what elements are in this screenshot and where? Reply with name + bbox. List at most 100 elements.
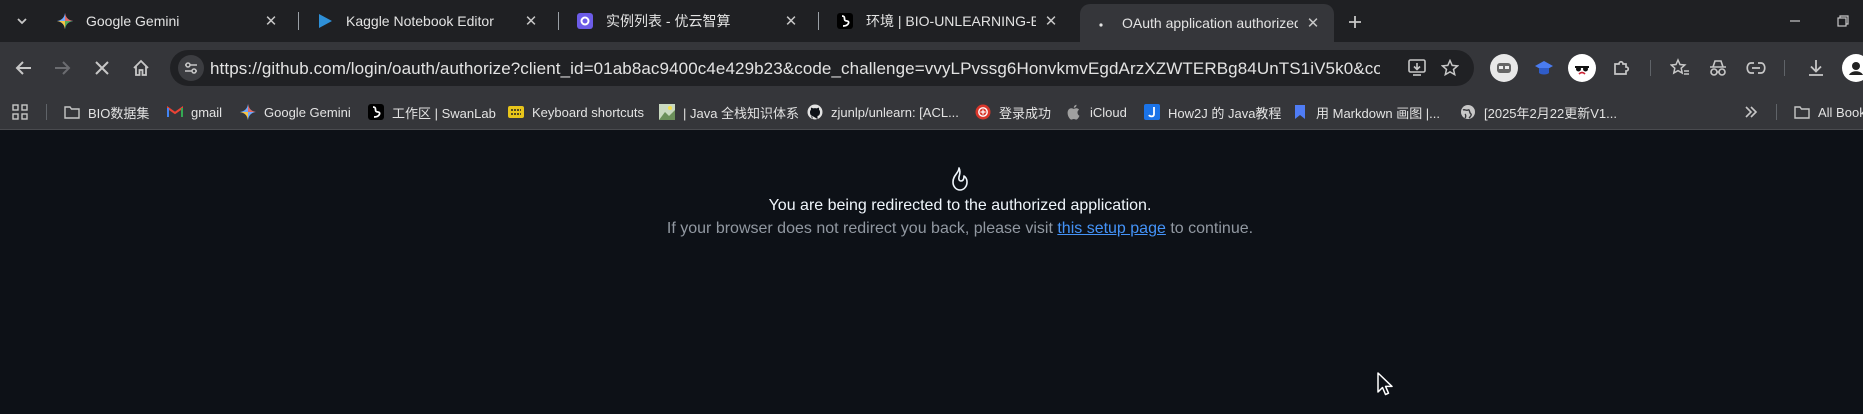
arrow-left-icon [15, 61, 31, 75]
bookmarks-bar: BIO数据集 gmail Google Gemini 工作区 | SwanLab… [0, 94, 1863, 130]
apps-grid-icon [12, 104, 28, 120]
bookmark-item[interactable]: BIO数据集 [64, 100, 149, 124]
close-icon [95, 61, 109, 75]
close-icon[interactable]: ✕ [1304, 14, 1322, 32]
back-button[interactable] [10, 54, 38, 82]
bookmark-label: How2J 的 Java教程 [1168, 105, 1282, 121]
downloads-button[interactable] [1802, 54, 1830, 82]
stop-loading-button[interactable] [88, 54, 116, 82]
bookmark-item[interactable]: 用 Markdown 画图 |... [1292, 100, 1440, 124]
tab-separator [558, 12, 559, 30]
swanlab-icon [368, 104, 384, 120]
minimize-button[interactable] [1784, 10, 1806, 32]
bookmarks-divider [1776, 104, 1777, 120]
kaggle-play-icon [316, 12, 334, 30]
bookmarks-divider [46, 104, 47, 120]
tab-separator [298, 12, 299, 30]
all-bookmarks-label: All Bookmarks [1818, 104, 1863, 120]
install-app-button[interactable] [1406, 56, 1430, 80]
bookmark-label: gmail [191, 104, 223, 120]
bookmark-label: iCloud [1090, 104, 1127, 120]
new-tab-button[interactable] [1344, 11, 1366, 33]
apple-icon [1066, 104, 1082, 120]
tab-kaggle[interactable]: Kaggle Notebook Editor ✕ [304, 4, 552, 38]
extension-button[interactable] [1568, 54, 1596, 82]
mouse-cursor-icon [1377, 372, 1393, 396]
bookmark-item[interactable]: | Java 全栈知识体系 [659, 100, 799, 124]
all-bookmarks-button[interactable]: All Bookmarks [1794, 100, 1863, 124]
tab-title: 实例列表 - 优云智算 [606, 13, 731, 29]
close-icon[interactable]: ✕ [522, 12, 540, 30]
address-bar[interactable]: https://github.com/login/oauth/authorize… [170, 50, 1474, 86]
plus-icon [1349, 16, 1361, 28]
tab-search-button[interactable] [10, 9, 34, 33]
incognito-button[interactable] [1704, 54, 1732, 82]
tab-separator [818, 12, 819, 30]
forward-button[interactable] [48, 54, 76, 82]
home-button[interactable] [127, 54, 155, 82]
restore-icon [1837, 15, 1849, 27]
keyboard-icon [508, 104, 524, 120]
bookmark-label: Keyboard shortcuts [532, 104, 645, 120]
bookmark-label: Google Gemini [264, 104, 351, 120]
tab-oauth-authorized[interactable]: OAuth application authorized ✕ [1080, 4, 1334, 42]
image-icon [659, 104, 675, 120]
spy-icon [1710, 60, 1726, 76]
toolbar-divider [1650, 60, 1651, 76]
bookmark-item[interactable]: Google Gemini [240, 100, 351, 124]
apps-button[interactable] [12, 100, 28, 124]
bookmark-label: zjunlp/unlearn: [ACL... [831, 104, 959, 120]
close-icon[interactable]: ✕ [1042, 12, 1060, 30]
bookmark-item[interactable]: 工作区 | SwanLab [368, 100, 496, 124]
browser-toolbar: https://github.com/login/oauth/authorize… [0, 42, 1863, 94]
how2j-icon [1144, 104, 1160, 120]
copy-link-button[interactable] [1742, 54, 1770, 82]
ucloud-icon [576, 12, 594, 30]
toolbar-divider [1784, 60, 1785, 76]
bookmark-star-button[interactable] [1438, 56, 1462, 80]
star-list-icon [1670, 58, 1689, 75]
home-icon [133, 59, 149, 76]
avatar-icon [1846, 58, 1863, 78]
tab-ucloud[interactable]: 实例列表 - 优云智算 ✕ [564, 4, 812, 38]
more-bookmarks-button[interactable] [1744, 100, 1758, 124]
arrow-right-icon [55, 61, 71, 75]
minimize-icon [1790, 20, 1800, 22]
favorites-button[interactable] [1666, 54, 1694, 82]
url-text[interactable]: https://github.com/login/oauth/authorize… [210, 59, 1380, 79]
bookmark-item[interactable]: 登录成功 [975, 100, 1051, 124]
close-icon[interactable]: ✕ [262, 12, 280, 30]
folder-icon [64, 104, 80, 120]
site-info-button[interactable] [178, 55, 204, 81]
tab-google-gemini[interactable]: Google Gemini ✕ [44, 4, 292, 38]
login-icon [975, 104, 991, 120]
extension-face-icon [1497, 63, 1511, 73]
bookmark-item[interactable]: gmail [167, 100, 222, 124]
gemini-icon [240, 104, 256, 120]
tab-swanlab-env[interactable]: 环境 | BIO-UNLEARNING-BASE ✕ [824, 4, 1072, 38]
link-icon [1746, 62, 1766, 74]
bookmark-item[interactable]: [2025年2月22更新V1... [1460, 100, 1617, 124]
redirect-fallback-text: If your browser does not redirect you ba… [0, 220, 1863, 238]
tab-title: Kaggle Notebook Editor [346, 13, 494, 29]
fallback-prefix: If your browser does not redirect you ba… [666, 220, 1053, 237]
close-icon[interactable]: ✕ [782, 12, 800, 30]
restore-button[interactable] [1832, 10, 1854, 32]
bookmark-item[interactable]: zjunlp/unlearn: [ACL... [807, 100, 959, 124]
puzzle-icon [1614, 60, 1630, 75]
bookmark-item[interactable]: How2J 的 Java教程 [1144, 100, 1281, 124]
setup-page-link[interactable]: this setup page [1057, 220, 1166, 237]
extension-button[interactable] [1490, 54, 1518, 82]
bookmark-label: 登录成功 [999, 105, 1052, 121]
bookmark-item[interactable]: Keyboard shortcuts [508, 100, 644, 124]
loading-dot-icon [1092, 14, 1110, 32]
chevron-double-right-icon [1745, 106, 1758, 118]
bookmark-item[interactable]: iCloud [1066, 100, 1127, 124]
tab-strip: Google Gemini ✕ Kaggle Notebook Editor ✕… [0, 0, 1863, 42]
extensions-menu-button[interactable] [1607, 54, 1635, 82]
extension-button[interactable] [1530, 54, 1558, 82]
profile-avatar[interactable] [1842, 54, 1863, 82]
flame-icon [952, 167, 968, 191]
graduation-cap-icon [1535, 61, 1553, 75]
bookmark-label: 工作区 | SwanLab [392, 105, 496, 121]
